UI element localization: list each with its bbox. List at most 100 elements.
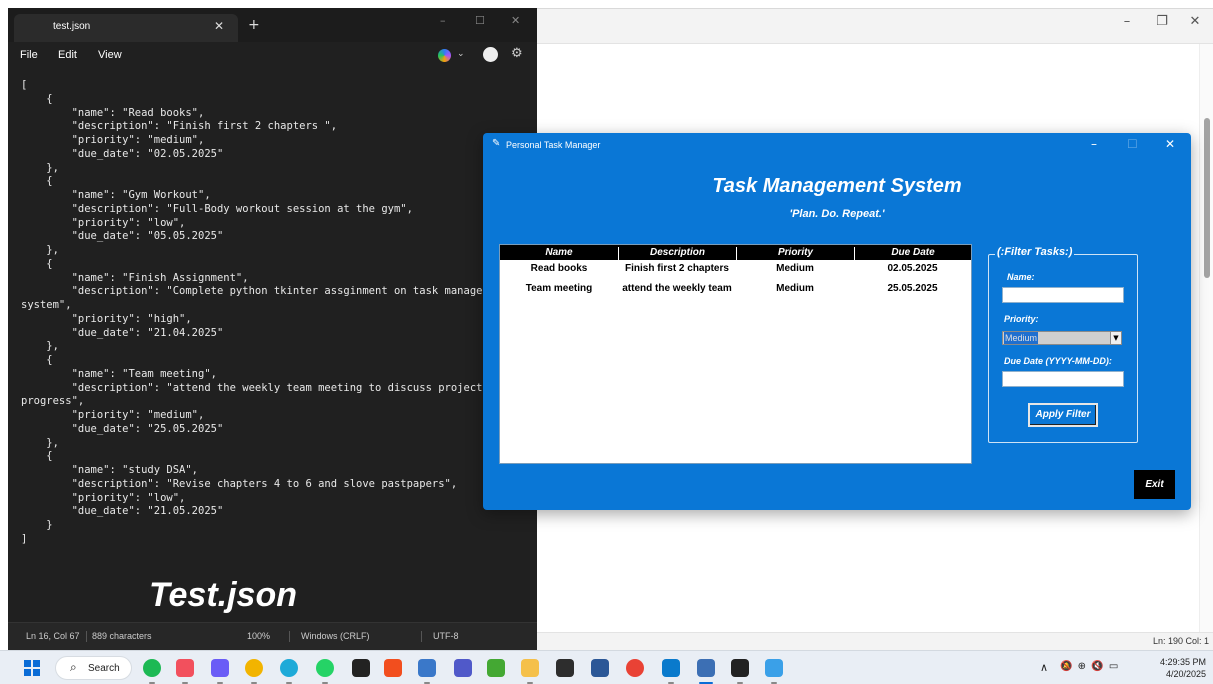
task-table[interactable]: Name Description Priority Due Date Read …: [499, 244, 972, 464]
cursor-position: Ln: 190 Col: 1: [1152, 636, 1209, 646]
cell-due-date: 02.05.2025: [887, 263, 938, 274]
terminal-icon[interactable]: [556, 659, 574, 677]
maximize-button[interactable]: ☐: [1127, 137, 1138, 151]
due-date-filter-input[interactable]: [1002, 371, 1124, 387]
tab-title: test.json: [53, 21, 91, 32]
status-encoding[interactable]: UTF-8: [433, 631, 459, 641]
background-status-bar: Ln: 190 Col: 1: [537, 632, 1213, 650]
overlay-caption: Test.json: [149, 576, 297, 614]
divider: [537, 43, 1213, 44]
system-tray-icons[interactable]: 🔕 ⊕ 🔇 ▭: [1060, 661, 1119, 672]
status-position: Ln 16, Col 67: [26, 631, 80, 641]
clock-time: 4:29:35 PM: [1159, 657, 1206, 667]
close-button[interactable]: ✕: [1165, 137, 1175, 151]
taskbar: ⌕ Search ∧ 🔕 ⊕ 🔇 ▭ 4:29:35 PM 4/20/2025: [0, 650, 1213, 684]
task-manager-titlebar: ✎ Personal Task Manager – ☐ ✕: [483, 133, 1191, 157]
search-icon: ⌕: [70, 660, 77, 674]
minimize-button[interactable]: –: [1115, 13, 1139, 31]
column-header-due-date[interactable]: Due Date: [854, 247, 971, 260]
chrome-icon[interactable]: [245, 659, 263, 677]
search-label: Search: [88, 663, 120, 674]
word-icon[interactable]: [591, 659, 609, 677]
exit-button[interactable]: Exit: [1134, 470, 1175, 499]
anaconda-icon[interactable]: [487, 659, 505, 677]
cell-description: attend the weekly team: [622, 283, 732, 294]
column-header-name[interactable]: Name: [500, 247, 618, 260]
clock-date: 4/20/2025: [1165, 669, 1206, 679]
vscode-icon[interactable]: [662, 659, 680, 677]
page-title: Task Management System: [712, 175, 962, 197]
cell-name: Read books: [530, 263, 588, 274]
notion-icon[interactable]: [352, 659, 370, 677]
maximize-button[interactable]: ❐: [1150, 13, 1174, 31]
priority-filter-dropdown[interactable]: Medium ▼: [1002, 331, 1122, 345]
status-zoom[interactable]: 100%: [247, 631, 270, 641]
close-button[interactable]: ✕: [1183, 13, 1207, 31]
divider: [86, 631, 87, 642]
copilot-icon[interactable]: [438, 49, 451, 62]
close-button[interactable]: ✕: [511, 14, 520, 27]
whatsapp-icon[interactable]: [316, 659, 334, 677]
apply-filter-button[interactable]: Apply Filter: [1028, 403, 1098, 427]
cell-priority: Medium: [776, 283, 814, 294]
table-row[interactable]: Read books Finish first 2 chapters Mediu…: [500, 261, 971, 279]
cell-name: Team meeting: [525, 283, 593, 294]
notepad-titlebar: test.json ✕ + – ☐ ✕: [8, 8, 537, 42]
filter-panel: (:Filter Tasks:) Name: Priority: Medium …: [988, 246, 1138, 443]
column-header-description[interactable]: Description: [618, 247, 736, 260]
teams-icon[interactable]: [454, 659, 472, 677]
menu-view[interactable]: View: [98, 49, 122, 61]
menu-bar: File Edit View ⌄ ⚙: [8, 42, 537, 70]
chevron-down-icon[interactable]: ⌄: [457, 49, 465, 59]
gear-icon[interactable]: ⚙: [511, 46, 523, 61]
minimize-button[interactable]: –: [440, 14, 446, 27]
dropdown-arrow-icon[interactable]: ▼: [1110, 332, 1121, 344]
status-line-ending[interactable]: Windows (CRLF): [301, 631, 370, 641]
background-titlebar: – ❐ ✕: [537, 9, 1213, 43]
close-tab-icon[interactable]: ✕: [214, 19, 224, 33]
task-manager-window: ✎ Personal Task Manager – ☐ ✕ Task Manag…: [483, 133, 1191, 510]
window-title: Personal Task Manager: [506, 140, 601, 150]
tab-test-json[interactable]: test.json ✕: [14, 14, 238, 42]
figma-icon[interactable]: [384, 659, 402, 677]
python-icon[interactable]: [418, 659, 436, 677]
python-idle-icon[interactable]: [697, 659, 715, 677]
divider: [421, 631, 422, 642]
name-filter-input[interactable]: [1002, 287, 1124, 303]
clock[interactable]: 4:29:35 PM 4/20/2025: [1146, 656, 1206, 680]
cell-due-date: 25.05.2025: [887, 283, 938, 294]
notion-2-icon[interactable]: [731, 659, 749, 677]
account-icon[interactable]: [483, 47, 498, 62]
notepad-icon[interactable]: [765, 659, 783, 677]
feather-icon: ✎: [492, 138, 501, 149]
file-explorer-icon[interactable]: [521, 659, 539, 677]
start-icon[interactable]: [24, 660, 40, 676]
menu-edit[interactable]: Edit: [58, 49, 77, 61]
photos-icon[interactable]: [176, 659, 194, 677]
table-row[interactable]: Team meeting attend the weekly team Medi…: [500, 281, 971, 299]
column-header-priority[interactable]: Priority: [736, 247, 854, 260]
minimize-button[interactable]: –: [1091, 137, 1097, 151]
scrollbar-thumb[interactable]: [1204, 118, 1210, 278]
new-tab-button[interactable]: +: [248, 17, 260, 33]
canva-icon[interactable]: [280, 659, 298, 677]
maximize-button[interactable]: ☐: [475, 14, 485, 27]
menu-file[interactable]: File: [20, 49, 38, 61]
taskbar-search[interactable]: ⌕ Search: [55, 656, 132, 680]
priority-filter-label: Priority:: [1004, 314, 1039, 324]
cell-priority: Medium: [776, 263, 814, 274]
due-date-filter-label: Due Date (YYYY-MM-DD):: [1004, 356, 1112, 366]
priority-selected-value: Medium: [1004, 332, 1039, 344]
cell-description: Finish first 2 chapters: [625, 263, 729, 274]
show-hidden-icons-button[interactable]: ∧: [1040, 661, 1048, 674]
copilot-icon[interactable]: [211, 659, 229, 677]
chrome-profile-icon[interactable]: [626, 659, 644, 677]
tagline: 'Plan. Do. Repeat.': [789, 208, 885, 220]
spotify-icon[interactable]: [143, 659, 161, 677]
vertical-scrollbar[interactable]: [1199, 44, 1213, 634]
status-characters: 889 characters: [92, 631, 152, 641]
notepad-window: test.json ✕ + – ☐ ✕ File Edit View ⌄ ⚙ […: [8, 8, 537, 650]
divider: [289, 631, 290, 642]
editor-text-area[interactable]: [ { "name": "Read books", "description":…: [21, 79, 537, 547]
table-header: Name Description Priority Due Date: [500, 245, 971, 260]
